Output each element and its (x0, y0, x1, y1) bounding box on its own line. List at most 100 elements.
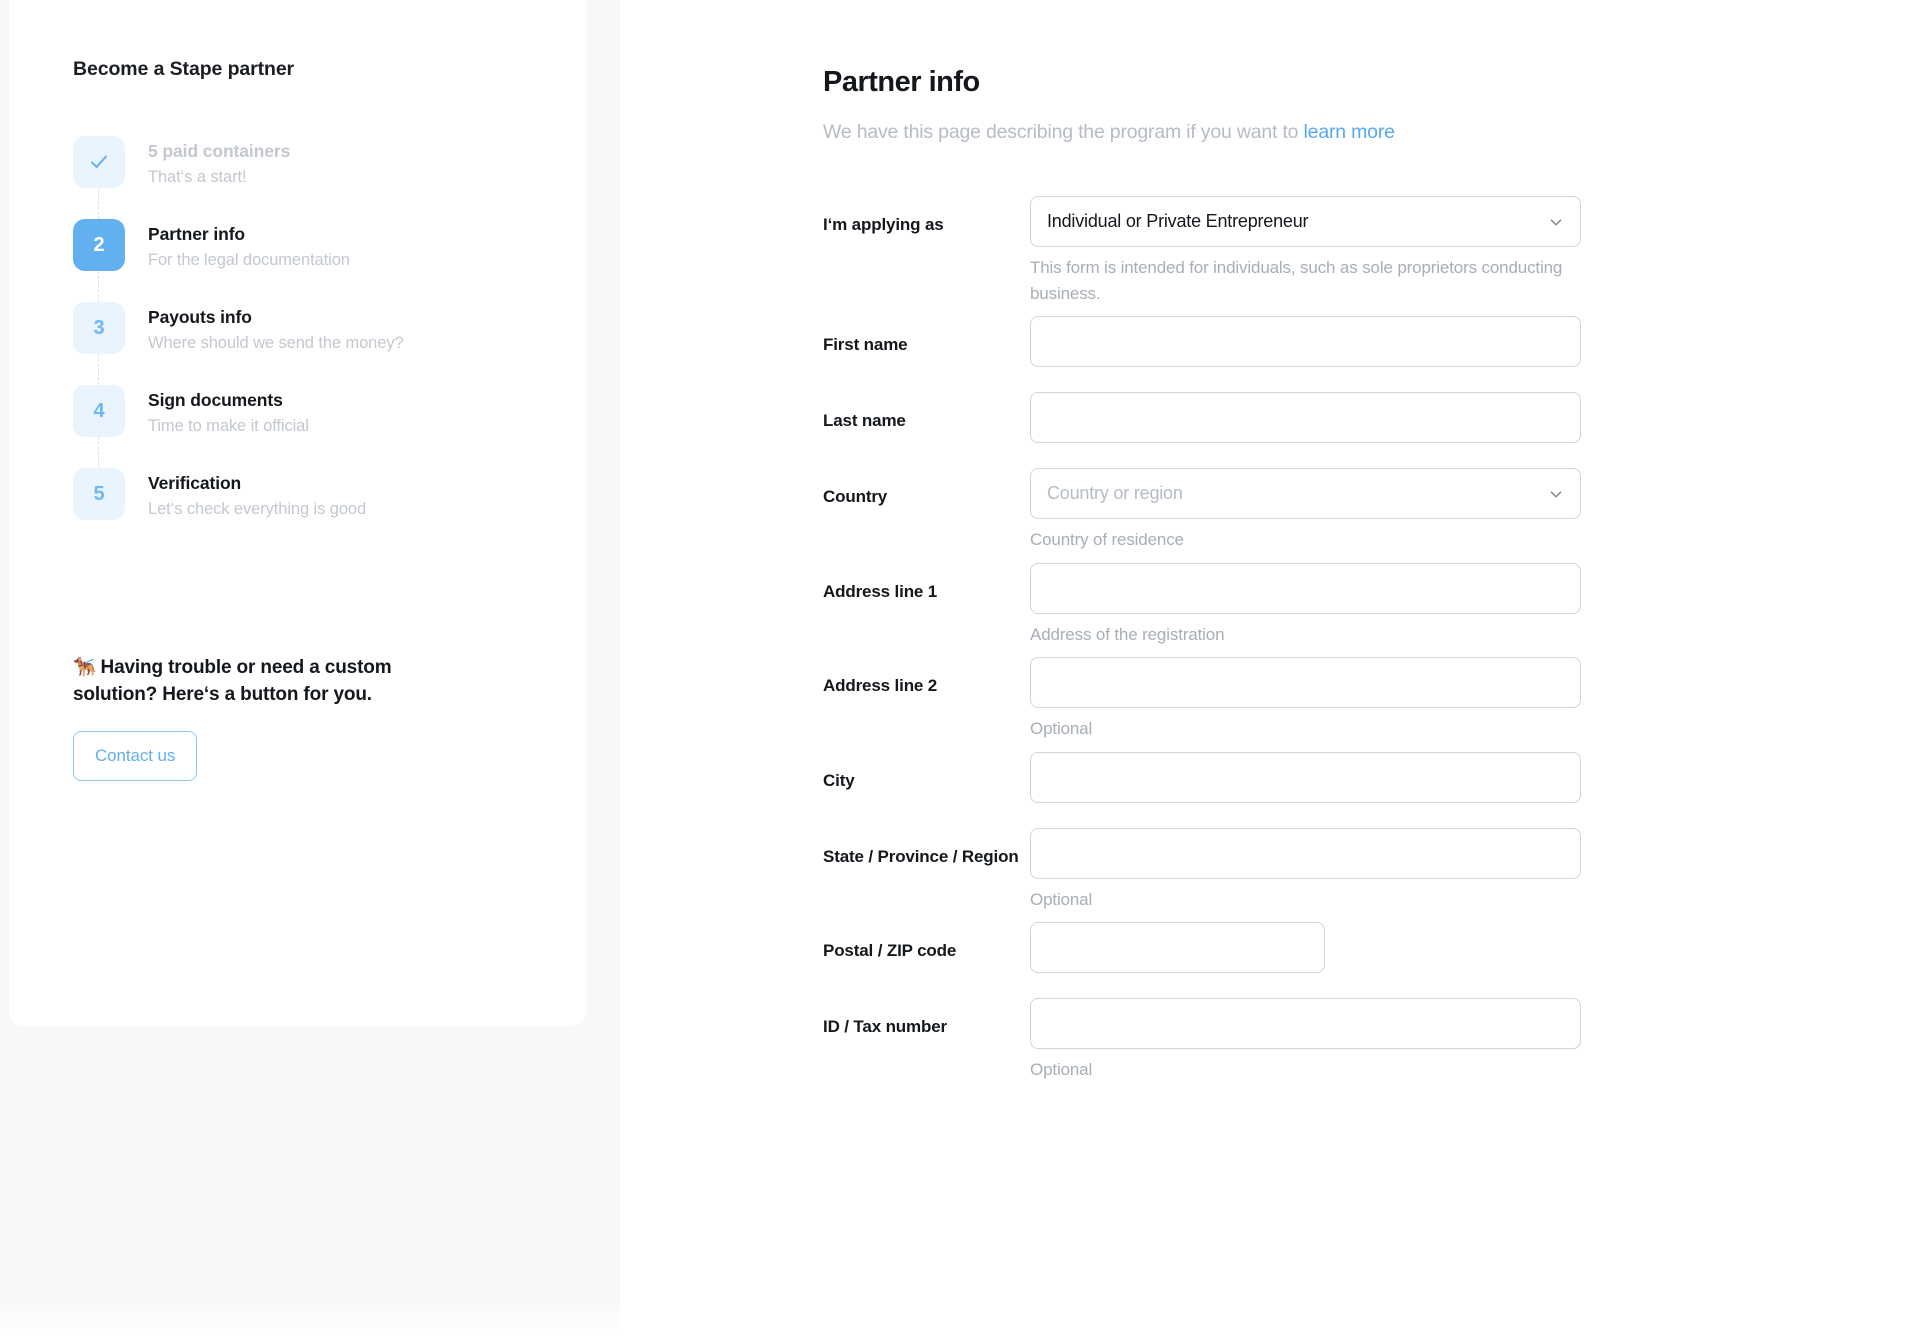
chevron-down-icon (1547, 485, 1565, 503)
help-block: 🐕‍🦺Having trouble or need a custom solut… (73, 654, 473, 781)
stepper-connector (98, 188, 99, 219)
input-last-name[interactable] (1030, 392, 1581, 443)
form-row: First name (823, 316, 1603, 382)
partner-info-panel: Partner info We have this page describin… (620, 0, 1913, 1344)
field-hint: Address of the registration (1030, 622, 1570, 648)
help-message: Having trouble or need a custom solution… (73, 657, 391, 706)
field-label: Country (823, 468, 1030, 510)
field-hint: Optional (1030, 887, 1570, 913)
form-row: State / Province / RegionOptional (823, 828, 1603, 913)
stepper-badge-number: 4 (93, 400, 104, 423)
input-address-line-1[interactable] (1030, 563, 1581, 614)
select-country[interactable]: Country or region (1030, 468, 1581, 519)
partner-info-form: I‘m applying asIndividual or Private Ent… (823, 196, 1603, 1083)
input-state-province-region[interactable] (1030, 828, 1581, 879)
stepper-item-4[interactable]: 4 Sign documentsTime to make it official (73, 385, 586, 468)
page-subtitle: We have this page describing the program… (823, 121, 1913, 144)
stepper-badge-number: 5 (93, 483, 104, 506)
sidebar-title: Become a Stape partner (73, 58, 586, 81)
field-label: ID / Tax number (823, 998, 1030, 1040)
form-row: Address line 1Address of the registratio… (823, 563, 1603, 648)
stepper-item-subtitle: For the legal documentation (148, 249, 350, 273)
input-city[interactable] (1030, 752, 1581, 803)
form-row: Postal / ZIP code (823, 922, 1603, 988)
field-label: Postal / ZIP code (823, 922, 1030, 964)
page-title: Partner info (823, 66, 1913, 99)
input-postal-zip-code[interactable] (1030, 922, 1325, 973)
check-icon (73, 136, 125, 188)
field-control-wrap: Optional (1030, 828, 1603, 913)
field-control-wrap: Individual or Private Entrepreneur This f… (1030, 196, 1603, 306)
stepper-item-5[interactable]: 5 VerificationLet‘s check everything is g… (73, 468, 586, 522)
stepper-item-3[interactable]: 3 Payouts infoWhere should we send the mo… (73, 302, 586, 385)
stepper-item-title: Verification (148, 472, 366, 496)
field-label: State / Province / Region (823, 828, 1030, 870)
stepper-badge: 5 (73, 468, 125, 520)
field-value: Individual or Private Entrepreneur (1047, 211, 1308, 232)
input-address-line-2[interactable] (1030, 657, 1581, 708)
stepper-badge-number: 2 (93, 234, 104, 257)
field-spacer (1030, 443, 1603, 458)
select-i-m-applying-as[interactable]: Individual or Private Entrepreneur (1030, 196, 1581, 247)
field-label: I‘m applying as (823, 196, 1030, 238)
onboarding-stepper: 5 paid containersThat‘s a start! 2 Partner… (73, 136, 586, 522)
field-hint: Optional (1030, 716, 1570, 742)
stepper-badge: 2 (73, 219, 125, 271)
field-label: Last name (823, 392, 1030, 434)
contact-us-button[interactable]: Contact us (73, 731, 197, 781)
stepper-item-text: VerificationLet‘s check everything is go… (125, 468, 366, 522)
field-label: Address line 2 (823, 657, 1030, 699)
stepper-item-subtitle: Where should we send the money? (148, 332, 404, 356)
field-hint: Optional (1030, 1057, 1570, 1083)
onboarding-sidebar: Become a Stape partner 5 paid containers… (0, 0, 620, 1344)
learn-more-link[interactable]: learn more (1304, 121, 1395, 143)
form-row: CountryCountry or regionCountry of resid… (823, 468, 1603, 553)
stepper-badge: 4 (73, 385, 125, 437)
stepper-item-title: Payouts info (148, 306, 404, 330)
field-spacer (1030, 973, 1603, 988)
stepper-item-subtitle: Time to make it official (148, 415, 309, 439)
field-label: First name (823, 316, 1030, 358)
service-dog-icon: 🐕‍🦺 (73, 657, 97, 678)
help-text: 🐕‍🦺Having trouble or need a custom solut… (73, 654, 473, 709)
field-control-wrap: Country or regionCountry of residence (1030, 468, 1603, 553)
partner-onboarding-page: Become a Stape partner 5 paid containers… (0, 0, 1913, 1344)
sidebar-bottom-fade (0, 1298, 620, 1344)
stepper-item-1[interactable]: 5 paid containersThat‘s a start! (73, 136, 586, 219)
field-placeholder: Country or region (1047, 483, 1183, 504)
field-control-wrap: Address of the registration (1030, 563, 1603, 648)
content-bottom-fade (620, 1298, 1913, 1344)
stepper-badge: 3 (73, 302, 125, 354)
stepper-item-text: 5 paid containersThat‘s a start! (125, 136, 290, 190)
field-spacer (1030, 367, 1603, 382)
chevron-down-icon (1547, 213, 1565, 231)
stepper-item-text: Payouts infoWhere should we send the mon… (125, 302, 404, 356)
stepper-connector (98, 354, 99, 385)
input-first-name[interactable] (1030, 316, 1581, 367)
sidebar-card: Become a Stape partner 5 paid containers… (9, 0, 586, 1026)
field-control-wrap: Optional (1030, 998, 1603, 1083)
field-label: Address line 1 (823, 563, 1030, 605)
page-subtitle-text: We have this page describing the program… (823, 121, 1304, 143)
field-hint: This form is intended for individuals, s… (1030, 255, 1570, 306)
field-control-wrap (1030, 392, 1603, 458)
field-label: City (823, 752, 1030, 794)
stepper-badge-number: 3 (93, 317, 104, 340)
form-row: Address line 2Optional (823, 657, 1603, 742)
field-spacer (1030, 803, 1603, 818)
stepper-item-subtitle: Let‘s check everything is good (148, 498, 366, 522)
form-row: I‘m applying asIndividual or Private Ent… (823, 196, 1603, 306)
stepper-connector (98, 271, 99, 302)
stepper-item-text: Sign documentsTime to make it official (125, 385, 309, 439)
stepper-item-2[interactable]: 2 Partner infoFor the legal documentation (73, 219, 586, 302)
stepper-connector (98, 437, 99, 468)
stepper-item-text: Partner infoFor the legal documentation (125, 219, 350, 273)
form-row: Last name (823, 392, 1603, 458)
stepper-item-title: 5 paid containers (148, 140, 290, 164)
field-control-wrap: Optional (1030, 657, 1603, 742)
form-row: City (823, 752, 1603, 818)
input-id-tax-number[interactable] (1030, 998, 1581, 1049)
stepper-item-title: Partner info (148, 223, 350, 247)
stepper-item-subtitle: That‘s a start! (148, 166, 290, 190)
field-control-wrap (1030, 922, 1603, 988)
